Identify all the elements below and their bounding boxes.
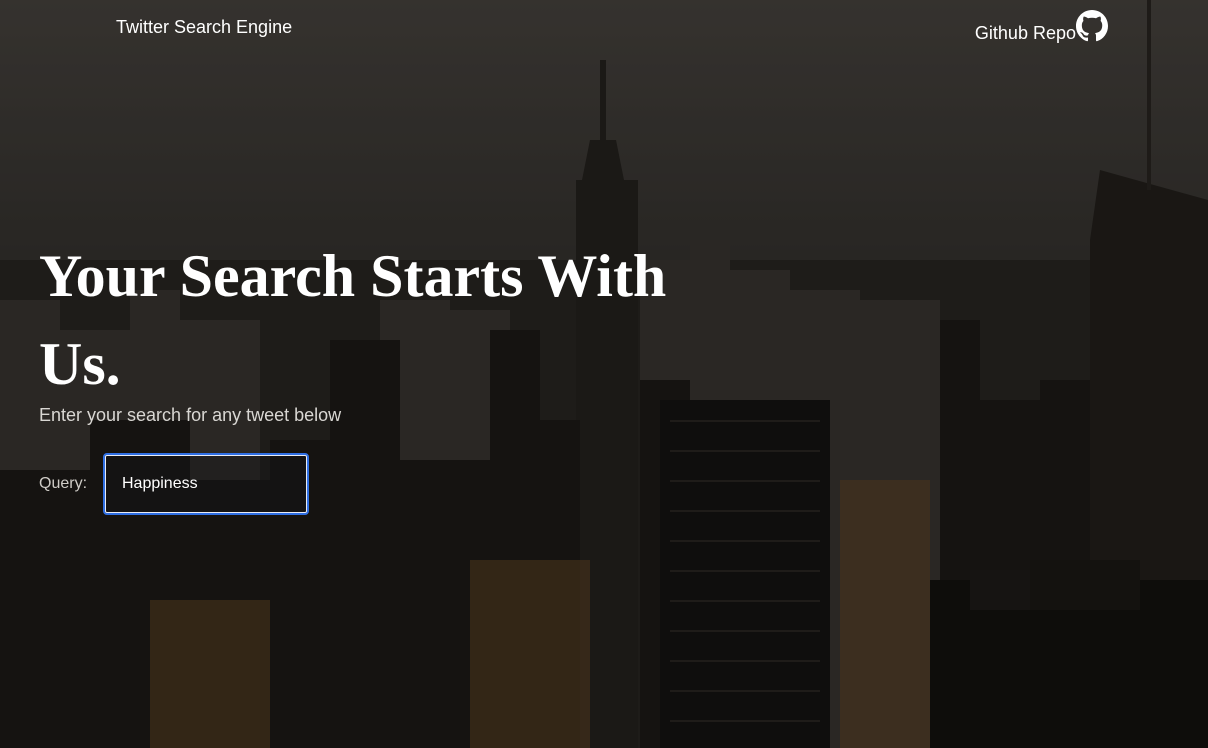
landing-page: Twitter Search Engine Github Repo Your S… bbox=[0, 0, 1208, 748]
github-repo-link[interactable]: Github Repo bbox=[974, 10, 1108, 43]
github-icon bbox=[1076, 10, 1108, 42]
search-form: Query: bbox=[39, 453, 309, 515]
hero-subtitle: Enter your search for any tweet below bbox=[39, 405, 342, 425]
brand-link[interactable]: Twitter Search Engine bbox=[116, 16, 292, 38]
query-label: Query: bbox=[39, 475, 88, 492]
github-repo-label: Github Repo bbox=[974, 23, 1076, 43]
query-input[interactable] bbox=[103, 453, 309, 515]
hero-title: Your Search Starts With Us. bbox=[39, 243, 667, 397]
